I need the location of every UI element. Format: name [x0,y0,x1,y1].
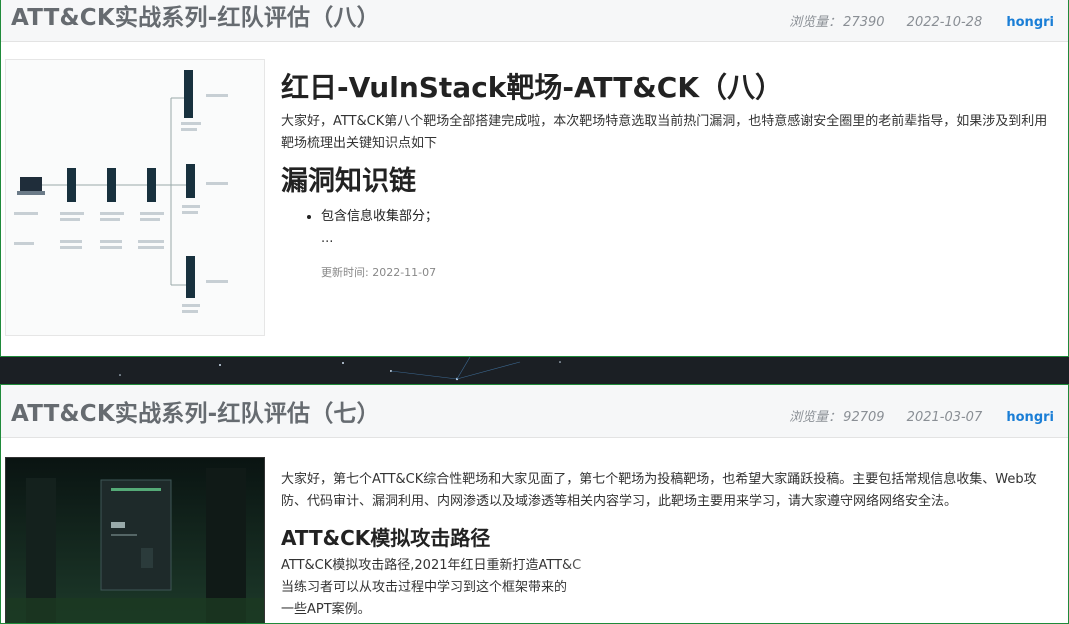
dark-scene-image [6,458,264,623]
network-diagram-image [6,60,264,335]
bullet-list: 包含信息收集部分； [281,207,1050,227]
excerpt-intro: 大家好，第七个ATT&CK综合性靶场和大家见面了，第七个靶场为投稿靶场，也希望大… [281,472,1037,509]
author-link[interactable]: hongri [1006,410,1054,425]
excerpt-section-heading: 漏洞知识链 [281,166,416,197]
post-thumbnail[interactable] [5,59,265,336]
excerpt-ellipsis: ... [321,231,334,246]
post-thumbnail[interactable] [5,457,265,623]
views-label: 浏览量： [789,15,842,30]
background-decoration [119,357,561,381]
post-title-link[interactable]: ATT&CK实战系列-红队评估（七） [11,394,380,428]
views-count: 27390 [843,15,885,30]
excerpt-intro: 大家好，ATT&CK第八个靶场全部搭建完成啦，本次靶场特意选取当前热门漏洞，也特… [281,114,1048,151]
list-item: 包含信息收集部分； [321,207,1050,227]
post-date: 2022-10-28 [906,15,983,30]
views-count: 92709 [843,410,885,425]
views-label: 浏览量： [789,410,842,425]
excerpt-section-heading: ATT&CK模拟攻击路径 [281,526,491,550]
post-excerpt: 红日-VulnStack靶场-ATT&CK（八） 大家好，ATT&CK第八个靶场… [281,71,1050,280]
post-header: ATT&CK实战系列-红队评估（七） 浏览量： 92709 2021-03-07 … [1,385,1068,438]
updated-time: 更新时间: 2022-11-07 [321,266,437,279]
author-link[interactable]: hongri [1006,15,1054,30]
post-header: ATT&CK实战系列-红队评估（八） 浏览量： 27390 2022-10-28 … [1,0,1068,42]
post-meta: 浏览量： 92709 2021-03-07 hongri [789,406,1054,425]
text-fade-overlay [561,555,701,623]
post-card-1: ATT&CK实战系列-红队评估（八） 浏览量： 27390 2022-10-28 … [0,0,1069,357]
post-date: 2021-03-07 [906,410,983,425]
excerpt-heading: 红日-VulnStack靶场-ATT&CK（八） [281,71,784,104]
post-card-2: ATT&CK实战系列-红队评估（七） 浏览量： 92709 2021-03-07 … [0,384,1069,624]
post-title-link[interactable]: ATT&CK实战系列-红队评估（八） [11,0,380,32]
post-meta: 浏览量： 27390 2022-10-28 hongri [789,11,1054,30]
